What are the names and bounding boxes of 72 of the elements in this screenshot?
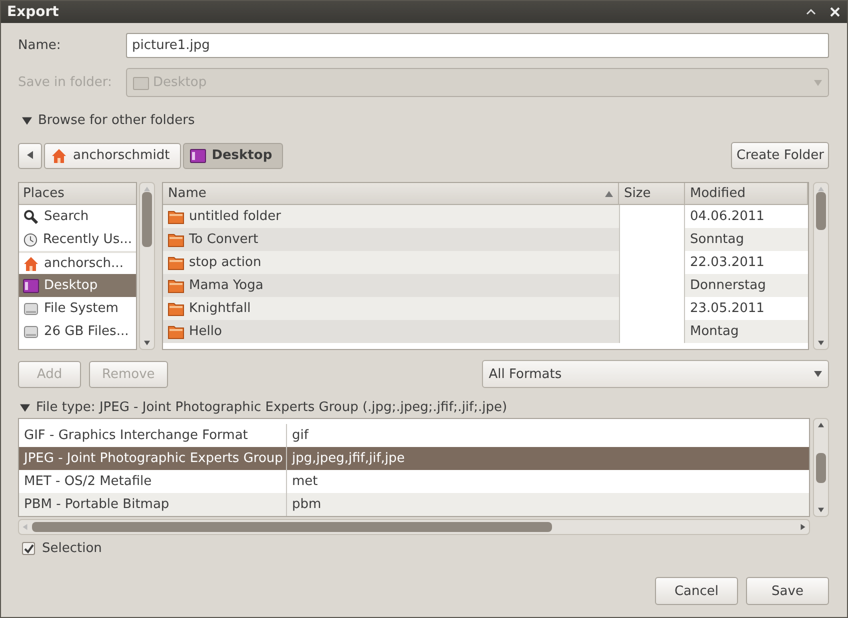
folder-icon — [168, 302, 184, 316]
scrollbar[interactable] — [139, 182, 155, 350]
file-date-cell: Sonntag — [685, 228, 808, 251]
file-type-name-cell[interactable]: JPEG - Joint Photographic Experts Group — [19, 447, 287, 470]
scrollbar[interactable] — [813, 182, 829, 350]
dialog-button[interactable]: Save — [746, 577, 829, 605]
file-name-cell[interactable]: stop action — [163, 251, 619, 274]
browse-expander[interactable]: Browse for other folders — [18, 113, 195, 128]
scrollbar[interactable] — [813, 418, 829, 517]
name-label: Name: — [18, 38, 62, 53]
scrollbar-thumb[interactable] — [142, 192, 152, 247]
drive-icon — [23, 324, 39, 340]
down-arrow-icon — [144, 340, 150, 346]
file-name-cell[interactable]: Hello — [163, 320, 619, 343]
house-icon — [51, 148, 67, 164]
file-type-expander[interactable]: File type: JPEG - Joint Photographic Experts Group (.jpg;.jpeg;.jfif;.jif;.jpe) — [18, 400, 508, 415]
dropdown-arrow-icon — [814, 370, 822, 378]
down-arrow-icon — [818, 340, 824, 346]
file-name-cell[interactable]: untitled folder — [163, 205, 619, 228]
house-icon — [23, 256, 39, 272]
scrollbar-thumb[interactable] — [32, 522, 552, 532]
up-arrow-icon — [818, 422, 824, 428]
folder-icon — [168, 324, 184, 338]
sort-arrow-icon — [605, 190, 613, 198]
create-folder-button[interactable]: Create Folder — [731, 142, 829, 169]
name-field[interactable]: picture1.jpg — [126, 33, 829, 58]
column-header[interactable]: Size — [619, 183, 685, 205]
desktop-icon — [23, 278, 39, 292]
folder-icon — [168, 210, 184, 224]
left-arrow-icon — [22, 524, 28, 530]
expander-arrow-icon — [20, 402, 30, 412]
file-name-cell[interactable]: Mama Yoga — [163, 274, 619, 297]
left-arrow-icon — [26, 151, 34, 159]
path-button[interactable]: Desktop — [182, 142, 284, 168]
expander-arrow-icon — [22, 116, 32, 126]
file-name-cell[interactable]: Knightfall — [163, 297, 619, 320]
file-date-cell: Donnerstag — [685, 274, 808, 297]
scrollbar-thumb[interactable] — [816, 452, 826, 482]
down-arrow-icon — [818, 507, 824, 513]
file-size-cell — [619, 205, 685, 228]
scrollbar-thumb[interactable] — [816, 192, 826, 230]
file-date-cell: Montag — [685, 320, 808, 343]
path-button[interactable]: anchorschmidt — [44, 142, 181, 168]
search-icon — [23, 208, 39, 224]
selection-label: Selection — [42, 541, 102, 556]
window-title: Export — [7, 4, 59, 20]
file-type-extension-cell: pbm — [287, 493, 809, 516]
places-item[interactable]: Desktop — [19, 274, 136, 297]
up-arrow-icon — [144, 186, 150, 192]
file-name-cell[interactable]: To Convert — [163, 228, 619, 251]
column-header[interactable]: Modified — [685, 183, 808, 205]
places-header: Places — [19, 183, 136, 205]
desktop-icon — [190, 148, 206, 162]
format-dropdown[interactable]: All Formats — [482, 360, 829, 388]
horizontal-scrollbar[interactable] — [18, 519, 810, 535]
folder-icon — [168, 278, 184, 292]
selection-checkbox[interactable] — [22, 542, 35, 555]
places-item[interactable]: anchorsch... — [19, 251, 136, 274]
folder-icon — [168, 256, 184, 270]
dialog-button[interactable]: Cancel — [655, 577, 738, 605]
folder-icon — [168, 232, 184, 246]
folder-icon — [133, 76, 149, 90]
file-type-name-cell[interactable]: PBM - Portable Bitmap — [19, 493, 287, 516]
dropdown-arrow-icon — [814, 78, 822, 86]
up-arrow-icon — [818, 186, 824, 192]
drive-icon — [23, 300, 39, 316]
back-button[interactable] — [18, 142, 42, 168]
close-button[interactable] — [829, 6, 841, 18]
column-header[interactable]: Name — [163, 183, 619, 205]
clock-icon — [23, 232, 38, 248]
file-type-extension-cell: jpg,jpeg,jfif,jif,jpe — [287, 447, 809, 470]
right-arrow-icon — [800, 524, 806, 530]
